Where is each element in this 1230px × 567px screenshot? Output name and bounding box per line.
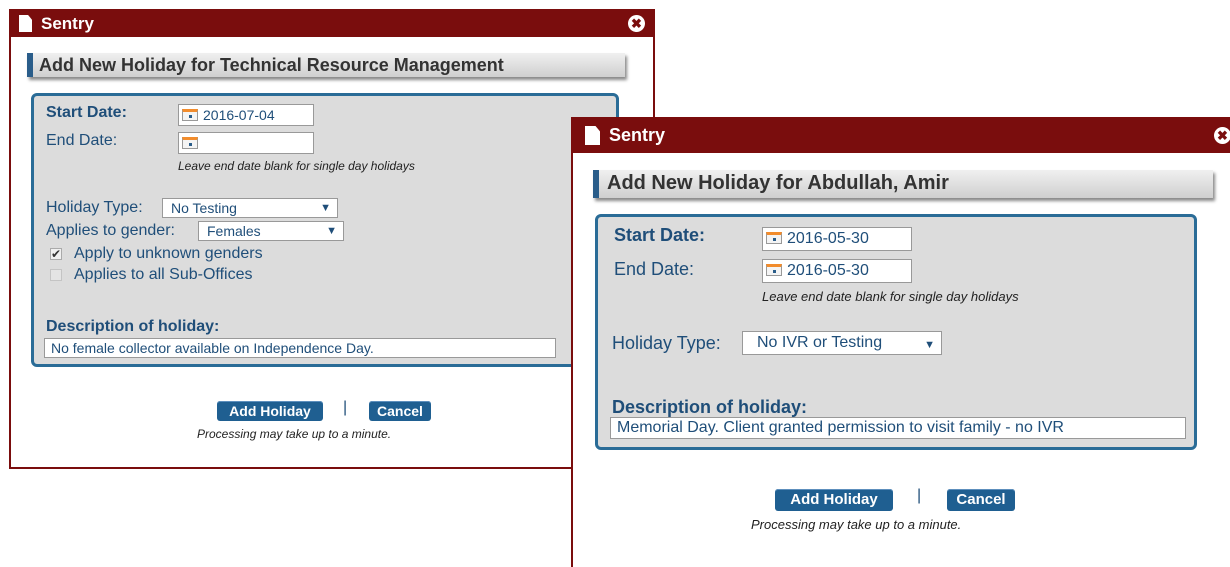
dialog-heading: Add New Holiday for Abdullah, Amir [593, 170, 1213, 198]
button-separator: | [917, 487, 922, 504]
description-label: Description of holiday: [46, 318, 220, 335]
holiday-dialog-abdullah-amir: Sentry ✖ Add New Holiday for Abdullah, A… [571, 117, 1230, 567]
sub-offices-label: Applies to all Sub-Offices [74, 266, 253, 283]
chevron-down-icon: ▼ [326, 225, 337, 237]
chevron-down-icon: ▼ [320, 202, 331, 214]
document-icon [585, 126, 600, 145]
gender-label: Applies to gender: [46, 222, 175, 239]
unknown-genders-label: Apply to unknown genders [74, 245, 263, 262]
gender-value: Females [207, 223, 261, 239]
processing-note: Processing may take up to a minute. [751, 517, 962, 532]
holiday-type-label: Holiday Type: [612, 333, 721, 353]
end-date-input[interactable] [178, 132, 314, 154]
processing-note: Processing may take up to a minute. [197, 427, 392, 441]
start-date-input[interactable]: 2016-05-30 [762, 227, 912, 251]
start-date-value: 2016-05-30 [787, 230, 869, 247]
calendar-icon[interactable] [182, 109, 198, 121]
sub-offices-checkbox[interactable] [50, 269, 62, 281]
add-holiday-button[interactable]: Add Holiday [775, 489, 893, 511]
description-input[interactable]: Memorial Day. Client granted permission … [610, 417, 1186, 439]
end-date-label: End Date: [46, 132, 118, 149]
document-icon [19, 15, 32, 32]
dialog-titlebar[interactable]: Sentry ✖ [11, 11, 653, 37]
holiday-form-panel: Start Date: 2016-07-04 End Date: Leave e… [31, 93, 619, 367]
cancel-button[interactable]: Cancel [947, 489, 1015, 511]
dialog-heading: Add New Holiday for Technical Resource M… [27, 53, 625, 77]
holiday-type-select[interactable]: No IVR or Testing ▼ [742, 331, 942, 355]
start-date-label: Start Date: [614, 225, 706, 245]
holiday-dialog-technical-resource-management: Sentry ✖ Add New Holiday for Technical R… [9, 9, 655, 469]
window-title: Sentry [41, 14, 94, 33]
unknown-genders-checkbox[interactable]: ✔ [50, 248, 62, 260]
holiday-type-value: No Testing [171, 200, 237, 216]
start-date-input[interactable]: 2016-07-04 [178, 104, 314, 126]
window-title: Sentry [609, 125, 666, 145]
end-date-hint: Leave end date blank for single day holi… [762, 289, 1019, 304]
holiday-type-label: Holiday Type: [46, 199, 143, 216]
add-holiday-button[interactable]: Add Holiday [217, 401, 323, 421]
chevron-down-icon: ▼ [924, 339, 935, 351]
calendar-icon[interactable] [766, 264, 782, 276]
close-icon[interactable]: ✖ [1214, 127, 1230, 144]
description-label: Description of holiday: [612, 397, 808, 417]
calendar-icon[interactable] [766, 232, 782, 244]
holiday-type-value: No IVR or Testing [757, 334, 883, 351]
button-separator: | [343, 399, 348, 416]
description-input[interactable]: No female collector available on Indepen… [44, 338, 556, 358]
end-date-value: 2016-05-30 [787, 262, 869, 279]
holiday-type-select[interactable]: No Testing ▼ [162, 198, 338, 218]
close-icon[interactable]: ✖ [628, 15, 645, 32]
end-date-hint: Leave end date blank for single day holi… [178, 159, 415, 173]
calendar-icon[interactable] [182, 137, 198, 149]
end-date-label: End Date: [614, 259, 695, 279]
dialog-titlebar[interactable]: Sentry ✖ [573, 119, 1230, 153]
start-date-value: 2016-07-04 [203, 107, 275, 123]
cancel-button[interactable]: Cancel [369, 401, 431, 421]
start-date-label: Start Date: [46, 104, 127, 121]
holiday-form-panel: Start Date: 2016-05-30 End Date: 2016-05… [595, 214, 1197, 450]
gender-select[interactable]: Females ▼ [198, 221, 344, 241]
end-date-input[interactable]: 2016-05-30 [762, 259, 912, 283]
